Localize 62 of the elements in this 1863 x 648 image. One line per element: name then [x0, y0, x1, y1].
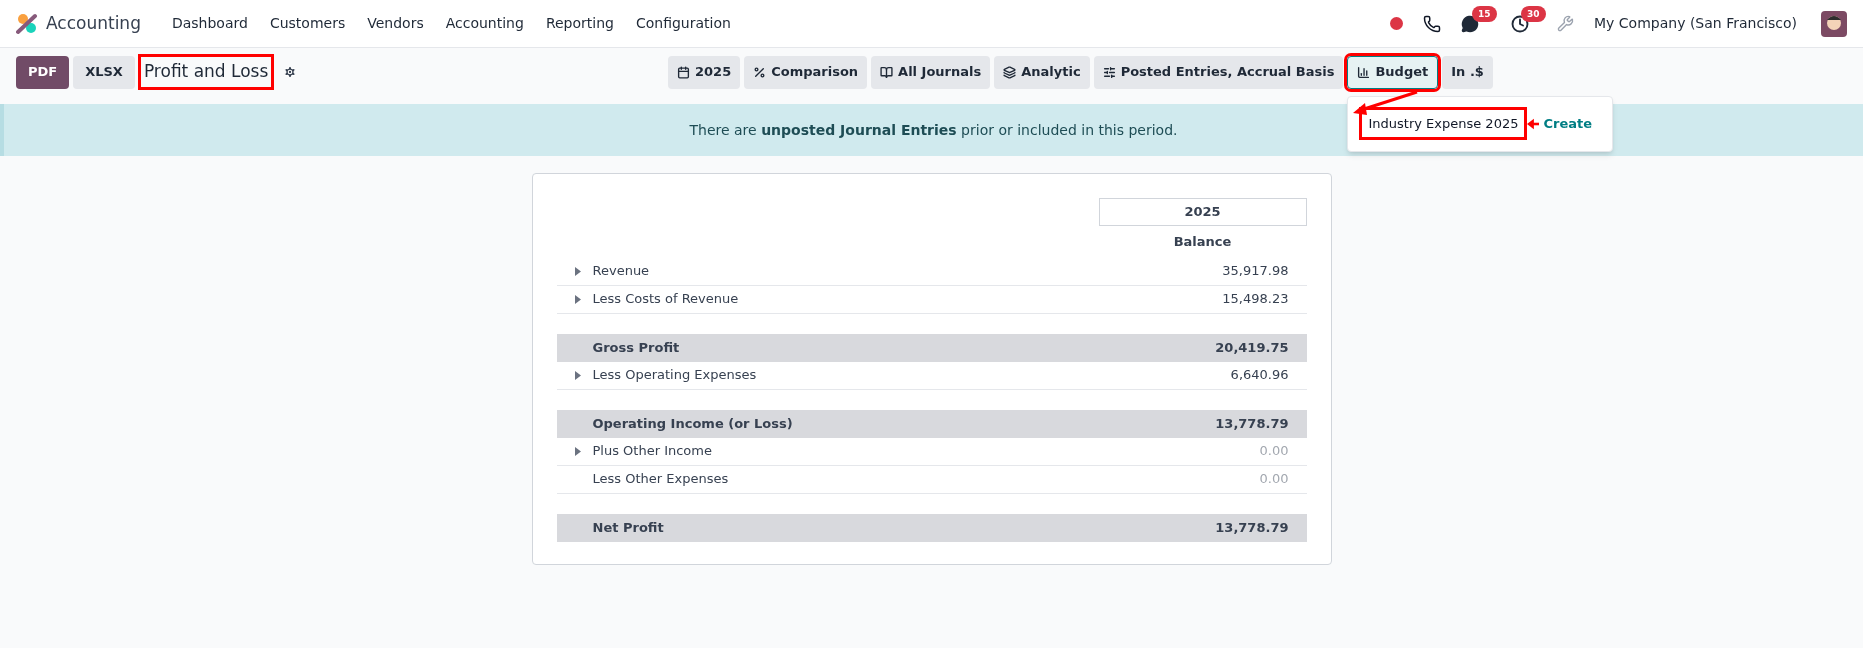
company-switcher[interactable]: My Company (San Francisco) — [1594, 13, 1797, 34]
row-label: Net Profit — [592, 518, 664, 537]
menu-item[interactable]: Configuration — [624, 13, 742, 34]
filter-button[interactable]: In .$ — [1442, 55, 1493, 89]
row-label: Less Operating Expenses — [592, 366, 757, 385]
phone-icon[interactable] — [1423, 14, 1442, 33]
report-row[interactable]: Less Costs of Revenue 15,498.23 — [556, 285, 1307, 314]
row-label: Plus Other Income — [592, 442, 712, 461]
row-label: Operating Income (or Loss) — [592, 414, 793, 433]
row-label: Less Costs of Revenue — [592, 290, 739, 309]
row-value: 0.00 — [1259, 470, 1289, 489]
bar-chart-icon — [1357, 65, 1371, 79]
layers-icon — [1003, 65, 1017, 79]
row-value: 35,917.98 — [1222, 262, 1289, 281]
row-value: 6,640.96 — [1230, 366, 1289, 385]
user-avatar[interactable] — [1821, 10, 1847, 37]
filter-button[interactable]: Budget — [1347, 55, 1439, 89]
activity-count-badge: 30 — [1521, 5, 1546, 22]
create-budget-link[interactable]: Create — [1543, 113, 1593, 134]
row-label: Less Other Expenses — [592, 470, 729, 489]
sliders-icon — [1102, 65, 1116, 79]
menu-item[interactable]: Vendors — [356, 13, 435, 34]
row-value: 0.00 — [1259, 442, 1289, 461]
chat-icon[interactable] — [1461, 14, 1480, 33]
filter-button[interactable]: Analytic — [994, 55, 1090, 89]
filter-button[interactable]: Comparison — [744, 55, 868, 89]
report-row[interactable]: Revenue 35,917.98 — [556, 257, 1307, 286]
menu-item[interactable]: Customers — [258, 13, 357, 34]
percent-icon — [753, 65, 767, 79]
settings-icon[interactable] — [283, 65, 298, 79]
annotation-arrow — [1527, 117, 1540, 130]
chat-count-badge: 15 — [1472, 5, 1497, 22]
menu-item[interactable]: Accounting — [434, 13, 535, 34]
expand-caret-icon[interactable] — [574, 294, 581, 304]
calendar-icon — [677, 65, 690, 79]
row-label: Gross Profit — [592, 338, 680, 357]
expand-caret-icon[interactable] — [574, 266, 581, 276]
report-row[interactable]: Plus Other Income 0.00 — [556, 437, 1307, 466]
row-value: 13,778.79 — [1215, 414, 1289, 433]
row-value: 15,498.23 — [1222, 290, 1289, 309]
row-value: 20,419.75 — [1215, 338, 1289, 357]
pdf-button[interactable]: PDF — [16, 55, 70, 89]
book-icon — [880, 65, 894, 79]
report-row[interactable]: Less Operating Expenses 6,640.96 — [556, 361, 1307, 390]
filter-button[interactable]: 2025 — [668, 55, 741, 89]
period-header: 2025 — [1098, 198, 1307, 226]
filter-button[interactable]: All Journals — [871, 55, 991, 89]
menu-item[interactable]: Reporting — [534, 13, 625, 34]
app-logo-icon — [16, 12, 38, 35]
filter-button[interactable]: Posted Entries, Accrual Basis — [1093, 55, 1344, 89]
xlsx-button[interactable]: XLSX — [73, 55, 135, 89]
report-row[interactable]: Less Other Expenses 0.00 — [556, 465, 1307, 494]
column-header: Balance — [1172, 233, 1233, 251]
row-value: 13,778.79 — [1215, 518, 1289, 537]
unposted-entries-message: There are unposted Journal Entries prior or included in this period. — [689, 120, 1178, 140]
expand-caret-icon[interactable] — [574, 446, 581, 456]
menu-item[interactable]: Dashboard — [160, 13, 259, 34]
row-label: Revenue — [592, 262, 650, 281]
budget-option[interactable]: Industry Expense 2025 — [1362, 109, 1525, 138]
app-name[interactable]: Accounting — [46, 10, 141, 37]
expand-caret-icon[interactable] — [574, 370, 581, 380]
report-title: Profit and Loss — [140, 57, 272, 87]
